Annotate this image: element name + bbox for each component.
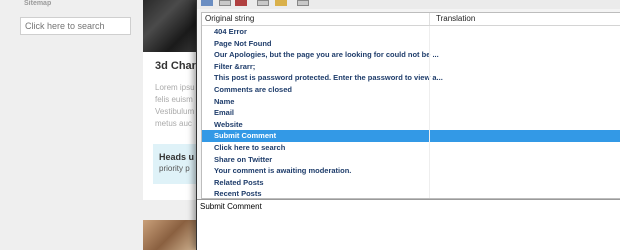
column-divider: [429, 60, 430, 73]
edit-icon[interactable]: [219, 0, 231, 6]
column-divider: [429, 107, 430, 119]
table-row[interactable]: This post is password protected. Enter t…: [202, 72, 620, 84]
column-divider: [429, 95, 430, 108]
excerpt-line: metus auc: [155, 119, 192, 128]
original-string: Your comment is awaiting moderation.: [214, 166, 352, 176]
settings-icon[interactable]: [275, 0, 287, 6]
callout-box: Heads u priority p: [153, 144, 199, 184]
original-string: Filter &rarr;: [214, 61, 256, 71]
column-divider: [429, 37, 430, 50]
table-row[interactable]: Comments are closed: [202, 83, 620, 96]
column-divider[interactable]: [429, 13, 430, 25]
translation-app-window: Original string Translation 404 Error Pag…: [196, 0, 620, 250]
original-string: Submit Comment: [214, 131, 277, 141]
table-body: 404 Error Page Not Found Our Apologies, bu…: [202, 26, 620, 199]
original-string: Related Posts: [214, 177, 264, 187]
column-divider: [429, 153, 430, 166]
column-header-original[interactable]: Original string: [205, 14, 254, 23]
original-string: Our Apologies, but the page you are look…: [214, 50, 439, 60]
validate-icon[interactable]: [235, 0, 247, 6]
column-divider: [429, 49, 430, 61]
excerpt-line: felis euism: [155, 95, 193, 104]
table-row[interactable]: Website: [202, 118, 620, 131]
column-divider: [429, 188, 430, 198]
column-divider: [429, 141, 430, 154]
column-divider: [429, 118, 430, 131]
catalog-icon[interactable]: [257, 0, 269, 6]
original-string: Website: [214, 119, 243, 129]
original-string: Comments are closed: [214, 84, 292, 94]
post-thumbnail[interactable]: [143, 0, 199, 52]
column-header-translation[interactable]: Translation: [436, 14, 475, 23]
column-divider: [429, 83, 430, 96]
column-divider: [429, 130, 430, 142]
original-string: Click here to search: [214, 142, 286, 152]
original-string: Email: [214, 108, 235, 118]
post-excerpt: Lorem ipsu felis euism Vestibulum metus …: [155, 82, 195, 130]
original-string: This post is password protected. Enter t…: [214, 73, 443, 83]
search-input[interactable]: [20, 17, 131, 35]
callout-text: priority p: [159, 164, 190, 173]
column-divider: [429, 26, 430, 38]
original-string: Page Not Found: [214, 38, 272, 48]
sitemap-heading: Sitemap: [24, 0, 52, 7]
table-row[interactable]: Email: [202, 107, 620, 119]
table-row[interactable]: Our Apologies, but the page you are look…: [202, 49, 620, 61]
original-string: Recent Posts: [214, 189, 262, 199]
table-row[interactable]: Related Posts: [202, 176, 620, 189]
table-row[interactable]: Submit Comment: [202, 130, 620, 142]
translation-editor[interactable]: Submit Comment: [197, 199, 620, 250]
callout-heading: Heads u: [159, 152, 195, 162]
table-row[interactable]: Name: [202, 95, 620, 108]
table-row[interactable]: Page Not Found: [202, 37, 620, 50]
post-card: 3d Chara Lorem ipsu felis euism Vestibul…: [143, 0, 202, 200]
table-row[interactable]: Your comment is awaiting moderation.: [202, 165, 620, 177]
expand-icon[interactable]: [297, 0, 309, 6]
table-row[interactable]: Share on Twitter: [202, 153, 620, 166]
original-string: Share on Twitter: [214, 154, 273, 164]
table-row[interactable]: Click here to search: [202, 141, 620, 154]
column-divider: [429, 72, 430, 84]
column-divider: [429, 176, 430, 189]
table-row[interactable]: 404 Error: [202, 26, 620, 38]
strings-table: Original string Translation 404 Error Pag…: [201, 12, 620, 199]
toolbar: [197, 0, 620, 9]
column-divider: [429, 165, 430, 177]
table-header: Original string Translation: [202, 13, 620, 26]
table-row[interactable]: Recent Posts: [202, 188, 620, 199]
save-icon[interactable]: [201, 0, 213, 6]
table-row[interactable]: Filter &rarr;: [202, 60, 620, 73]
post-thumbnail[interactable]: [143, 220, 199, 250]
original-string: 404 Error: [214, 27, 247, 36]
original-string: Name: [214, 96, 235, 106]
excerpt-line: Vestibulum: [155, 107, 195, 116]
excerpt-line: Lorem ipsu: [155, 83, 195, 92]
